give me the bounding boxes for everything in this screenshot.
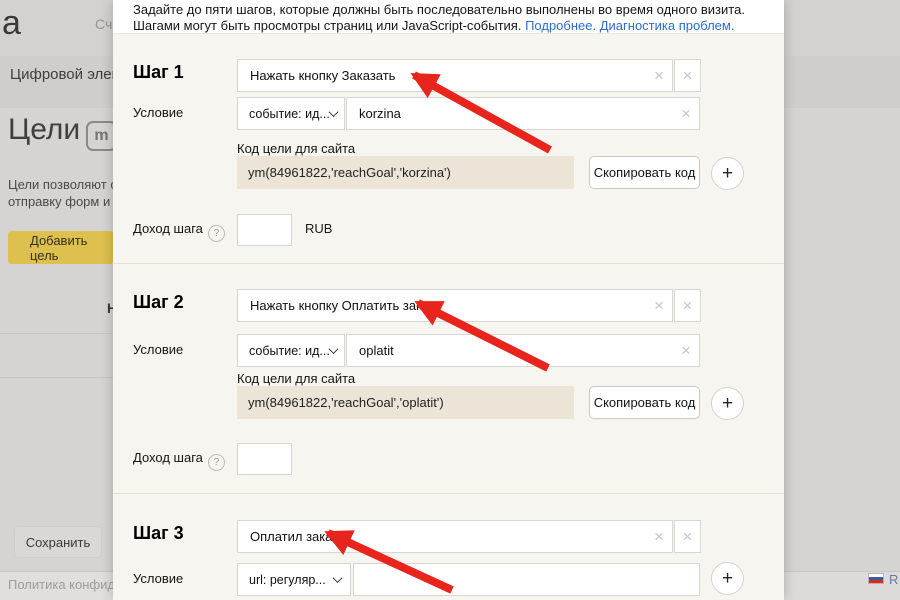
clear-icon[interactable]: × [646, 290, 672, 321]
screen: a Сч Цифровой элем Цели m Цели позволяют… [0, 0, 900, 600]
step-2-delete-button[interactable]: × [674, 289, 701, 322]
step-1-revenue-field [237, 214, 292, 246]
step-2-revenue-label: Доход шага? [133, 450, 225, 471]
step-1-condition-value-input[interactable] [346, 97, 700, 130]
clear-icon[interactable]: × [646, 521, 672, 552]
step-3-add-condition-button[interactable]: + [711, 562, 744, 595]
step-2-goal-code: ym(84961822,'reachGoal','oplatit') [237, 386, 574, 419]
step-3-condition-value-input[interactable] [353, 563, 700, 596]
step-2-condition-value-field: × [346, 334, 700, 367]
step-1-delete-button[interactable]: × [674, 59, 701, 92]
step-1-goal-code-label: Код цели для сайта [237, 141, 355, 156]
close-icon: × [683, 66, 693, 86]
step-2-title: Шаг 2 [133, 292, 184, 313]
add-goal-button[interactable]: Добавить цель [8, 231, 114, 264]
privacy-policy-link[interactable]: Политика конфид [8, 577, 115, 592]
goal-steps-modal: Задайте до пяти шагов, которые должны бы… [113, 0, 784, 600]
step-1-name-input[interactable] [237, 59, 673, 92]
step-2-goal-code-label: Код цели для сайта [237, 371, 355, 386]
step-2-condition-value-input[interactable] [346, 334, 700, 367]
step-1-condition-type-dropdown[interactable]: событие: ид... [237, 97, 345, 130]
close-icon: × [683, 527, 693, 547]
clear-icon[interactable]: × [673, 98, 699, 129]
step-1-revenue-input[interactable] [237, 214, 292, 246]
modal-intro: Задайте до пяти шагов, которые должны бы… [113, 0, 784, 34]
clear-icon[interactable]: × [646, 60, 672, 91]
section-divider [113, 263, 784, 264]
step-1-add-condition-button[interactable]: + [711, 157, 744, 190]
page-title: Цели [8, 113, 80, 147]
step-3-delete-button[interactable]: × [674, 520, 701, 553]
step-1-condition-value-field: × [346, 97, 700, 130]
step-1-goal-code: ym(84961822,'reachGoal','korzina') [237, 156, 574, 189]
goals-description: Цели позволяют с отправку форм и н [8, 176, 121, 210]
step-1-name-field: × [237, 59, 673, 92]
more-link[interactable]: Подробнее. [525, 18, 596, 33]
goals-description-line1: Цели позволяют с [8, 176, 121, 193]
modal-intro-line2: Шагами могут быть просмотры страниц или … [133, 18, 784, 34]
chevron-down-icon [328, 107, 338, 117]
plus-icon: + [722, 568, 733, 590]
step-3-condition-label: Условие [133, 571, 183, 586]
plus-icon: + [722, 393, 733, 415]
chevron-down-icon [328, 344, 338, 354]
table-row-divider [0, 377, 113, 378]
step-2-condition-type-dropdown[interactable]: событие: ид... [237, 334, 345, 367]
close-icon: × [683, 296, 693, 316]
clear-icon[interactable]: × [673, 335, 699, 366]
section-divider [113, 493, 784, 494]
step-2-revenue-input[interactable] [237, 443, 292, 475]
counter-name-fragment: Цифровой элем [10, 66, 122, 83]
step-3-title: Шаг 3 [133, 523, 184, 544]
metrica-logo-fragment: a [2, 4, 21, 43]
step-3-condition-type-dropdown[interactable]: url: регуляр... [237, 563, 351, 596]
table-row-divider [0, 333, 113, 334]
step-2-revenue-field [237, 443, 292, 475]
step-2-add-condition-button[interactable]: + [711, 387, 744, 420]
diagnostics-link[interactable]: Диагностика проблем. [600, 18, 735, 33]
currency-label: RUB [305, 221, 332, 236]
goals-description-line2: отправку форм и н [8, 193, 121, 210]
step-1-title: Шаг 1 [133, 62, 184, 83]
step-2-condition-label: Условие [133, 342, 183, 357]
step-2-name-field: × [237, 289, 673, 322]
step-1-copy-code-button[interactable]: Скопировать код [589, 156, 700, 189]
plus-icon: + [722, 163, 733, 185]
language-switcher[interactable]: R [889, 572, 898, 587]
save-button[interactable]: Сохранить [14, 526, 102, 558]
help-icon[interactable]: ? [208, 225, 225, 242]
step-3-condition-value-field [353, 563, 700, 596]
modal-intro-line1: Задайте до пяти шагов, которые должны бы… [133, 2, 784, 18]
step-1-revenue-label: Доход шага? [133, 221, 225, 242]
step-3-name-input[interactable] [237, 520, 673, 553]
step-3-name-field: × [237, 520, 673, 553]
topnav-item-fragment[interactable]: Сч [95, 16, 112, 32]
step-2-name-input[interactable] [237, 289, 673, 322]
step-2-copy-code-button[interactable]: Скопировать код [589, 386, 700, 419]
step-1-condition-label: Условие [133, 105, 183, 120]
russian-flag-icon [868, 573, 884, 584]
chevron-down-icon [333, 573, 343, 583]
help-icon[interactable]: ? [208, 454, 225, 471]
